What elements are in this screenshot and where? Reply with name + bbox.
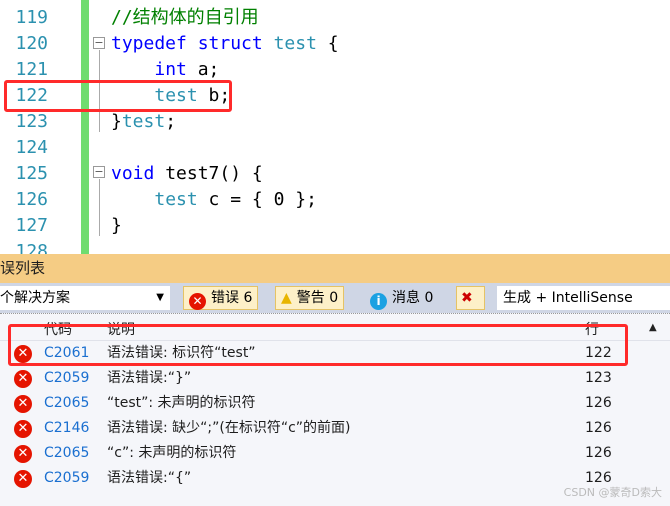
code-editor[interactable]: 119//结构体的自引用 120 typedef struct test {121 … — [0, 0, 670, 262]
line-number: 124 — [15, 137, 48, 158]
code-token: test — [121, 111, 166, 132]
info-icon: i — [370, 293, 387, 310]
sort-up-icon[interactable]: ▲ — [649, 322, 657, 333]
messages-label: 消息 0 — [392, 290, 434, 306]
error-description: “c”: 未声明的标识符 — [107, 445, 237, 461]
error-description: 语法错误:“}” — [107, 370, 192, 386]
error-list-grid: 代码 说明 行 ▲ ✕ C2061 语法错误: 标识符“test” 122 ✕ C2059… — [0, 313, 670, 506]
line-number: 120 — [15, 33, 48, 54]
scope-value: 个解决方案 — [0, 290, 70, 306]
error-code[interactable]: C2146 — [44, 416, 89, 441]
error-code[interactable]: C2065 — [44, 391, 89, 416]
error-icon: ✕ — [14, 420, 32, 438]
code-line[interactable]: typedef struct test { — [111, 31, 339, 57]
error-code[interactable]: C2059 — [44, 466, 89, 491]
error-icon: ✕ — [14, 470, 32, 488]
code-line[interactable]: } — [111, 213, 122, 239]
error-description: 语法错误: 缺少“;”(在标识符“c”的前面) — [107, 420, 351, 436]
code-line[interactable]: }test; — [111, 109, 176, 135]
filter-clear-icon: ✖ — [461, 290, 473, 306]
code-line[interactable]: void test7() { — [111, 161, 263, 187]
code-token: ; — [165, 111, 177, 132]
error-row[interactable]: ✕ C2065 “test”: 未声明的标识符 126 — [0, 391, 670, 416]
code-token: { — [316, 33, 339, 54]
code-token: a; — [186, 59, 220, 80]
code-token: struct — [197, 33, 263, 54]
messages-filter-button[interactable]: i 消息 0 — [365, 286, 438, 310]
code-token: c = { 0 }; — [197, 189, 317, 210]
error-icon: ✕ — [14, 370, 32, 388]
code-token: typedef — [111, 33, 187, 54]
error-icon: ✕ — [189, 293, 206, 310]
highlight-box — [8, 324, 628, 366]
error-row[interactable]: ✕ C2059 语法错误:“}” 123 — [0, 366, 670, 391]
error-code[interactable]: C2059 — [44, 366, 89, 391]
warnings-filter-button[interactable]: ▲ 警告 0 — [275, 286, 345, 310]
code-line[interactable]: //结构体的自引用 — [111, 5, 259, 31]
build-filter-value: 生成 + IntelliSense — [503, 290, 633, 306]
line-number: 119 — [15, 7, 48, 28]
chevron-down-icon: ▼ — [156, 292, 164, 303]
error-description: “test”: 未声明的标识符 — [107, 395, 256, 411]
watermark: CSDN @蒙奇D索大 — [563, 486, 662, 499]
change-indicator-bar — [81, 0, 89, 254]
build-intellisense-dropdown[interactable]: 生成 + IntelliSense — [497, 286, 670, 310]
warnings-label: 警告 0 — [296, 290, 339, 306]
code-token: } — [111, 215, 122, 236]
code-token: test — [273, 33, 317, 54]
code-token: test7() { — [154, 163, 263, 184]
errors-filter-button[interactable]: ✕ 错误 6 — [183, 286, 259, 310]
error-line: 126 — [585, 445, 612, 461]
fold-toggle-icon[interactable]: − — [93, 37, 105, 49]
code-line[interactable]: test c = { 0 }; — [111, 187, 317, 213]
error-list-toolbar: 个解决方案 ▼ ✕ 错误 6 ▲ 警告 0 i 消息 0 ✖ 生成 + IntelliS… — [0, 283, 670, 313]
code-token: //结构体的自引用 — [111, 7, 259, 28]
code-token: test — [154, 189, 198, 210]
code-token: } — [111, 111, 122, 132]
warning-icon: ▲ — [281, 290, 292, 306]
error-line: 126 — [585, 395, 612, 411]
error-row[interactable]: ✕ C2065 “c”: 未声明的标识符 126 — [0, 441, 670, 466]
code-token: void — [111, 163, 155, 184]
errors-label: 错误 6 — [211, 290, 253, 306]
error-row[interactable]: ✕ C2146 语法错误: 缺少“;”(在标识符“c”的前面) 126 — [0, 416, 670, 441]
error-description: 语法错误:“{” — [107, 470, 192, 486]
code-token: int — [154, 59, 187, 80]
error-icon: ✕ — [14, 395, 32, 413]
line-number: 126 — [15, 189, 48, 210]
fold-toggle-icon[interactable]: − — [93, 166, 105, 178]
fold-guide — [99, 179, 100, 236]
highlight-box — [4, 80, 232, 112]
error-list-title: 误列表 — [0, 254, 670, 283]
line-number: 127 — [15, 215, 48, 236]
error-line: 126 — [585, 420, 612, 436]
error-line: 123 — [585, 370, 612, 386]
line-number: 123 — [15, 111, 48, 132]
error-code[interactable]: C2065 — [44, 441, 89, 466]
scope-dropdown[interactable]: 个解决方案 ▼ — [0, 286, 170, 310]
error-icon: ✕ — [14, 445, 32, 463]
clear-filter-button[interactable]: ✖ — [456, 286, 485, 310]
line-number: 125 — [15, 163, 48, 184]
